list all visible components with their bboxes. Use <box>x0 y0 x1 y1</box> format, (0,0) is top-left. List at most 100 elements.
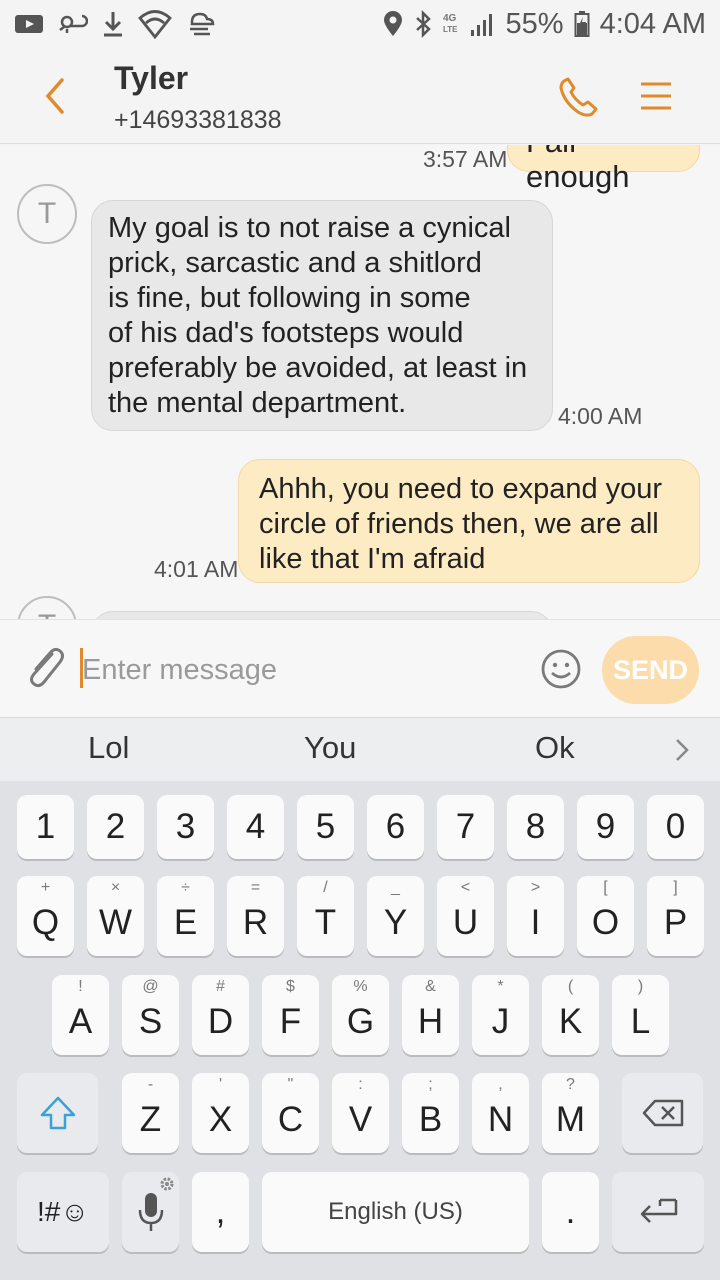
key-w[interactable]: × W <box>87 876 144 956</box>
message-line: is fine, but following in some <box>108 282 471 314</box>
message-bubble-incoming[interactable] <box>91 611 553 619</box>
svg-text:4G: 4G <box>443 13 457 24</box>
attach-button[interactable] <box>22 642 68 692</box>
menu-icon <box>641 82 671 110</box>
voice-input-key[interactable] <box>122 1172 179 1252</box>
key-v[interactable]: :V <box>332 1073 389 1153</box>
key-y[interactable]: _ Y <box>367 876 424 956</box>
key-2[interactable]: 2 <box>87 795 144 859</box>
key-f[interactable]: $ F <box>262 975 319 1055</box>
chevron-right-icon <box>676 739 689 761</box>
call-button[interactable] <box>556 74 606 120</box>
contact-avatar[interactable]: T <box>17 184 77 244</box>
backspace-key[interactable] <box>622 1073 703 1153</box>
message-composer: SEND <box>0 619 720 717</box>
svg-text:LTE: LTE <box>443 25 458 34</box>
messaging-screen: 4G LTE 55% 4:04 AM Tyler +14693381838 en… <box>0 0 720 1280</box>
key-c[interactable]: " C <box>262 1073 319 1153</box>
smiley-icon <box>541 649 581 689</box>
wifi-shield-icon <box>138 9 172 39</box>
menu-button[interactable] <box>636 76 676 116</box>
key-b[interactable]: ; B <box>402 1073 459 1153</box>
shift-icon <box>40 1096 75 1130</box>
contact-avatar[interactable]: T <box>17 596 77 619</box>
key-e[interactable]: ÷ E <box>157 876 214 956</box>
key-h[interactable]: & H <box>402 975 459 1055</box>
message-line: of his dad's footsteps would <box>108 317 464 349</box>
message-line: My goal is to not raise a cynical <box>108 212 511 244</box>
symbols-key[interactable]: !#☺ <box>17 1172 109 1252</box>
location-icon <box>382 10 404 38</box>
key-s[interactable]: @ S <box>122 975 179 1055</box>
message-timestamp: 3:57 AM <box>423 146 508 172</box>
message-line: circle of friends then, we are all <box>259 508 659 540</box>
key-d[interactable]: # D <box>192 975 249 1055</box>
status-bar: 4G LTE 55% 4:04 AM <box>0 0 720 48</box>
keyboard: 1 2 3 4 5 6 7 8 9 0 + Q × W ÷ E = R / T _ Y < U… <box>0 781 720 1280</box>
battery-percent: 55% <box>505 7 564 40</box>
message-line: the mental department. <box>108 387 407 419</box>
key-i[interactable]: > I <box>507 876 564 956</box>
key-m[interactable]: ? M <box>542 1073 599 1153</box>
suggestion-lol[interactable]: Lol <box>88 730 129 766</box>
key-u[interactable]: < U <box>437 876 494 956</box>
emoji-button[interactable] <box>540 648 582 690</box>
clock: 4:04 AM <box>599 7 706 40</box>
key-5[interactable]: 5 <box>297 795 354 859</box>
contact-number: +14693381838 <box>114 106 282 134</box>
key-3[interactable]: 3 <box>157 795 214 859</box>
key-t[interactable]: / T <box>297 876 354 956</box>
download-icon <box>102 10 124 38</box>
message-input[interactable] <box>82 650 522 690</box>
message-list[interactable]: Fair enough 3:57 AM T My goal is to not … <box>0 145 720 619</box>
youtube-icon <box>14 13 44 35</box>
expand-suggestions-button[interactable] <box>672 736 692 764</box>
key-l[interactable]: ) L <box>612 975 669 1055</box>
key-x[interactable]: ' X <box>192 1073 249 1153</box>
key-p[interactable]: ] P <box>647 876 704 956</box>
key-a[interactable]: ! A <box>52 975 109 1055</box>
bluetooth-icon <box>414 10 432 38</box>
key-8[interactable]: 8 <box>507 795 564 859</box>
key-n[interactable]: ,N <box>472 1073 529 1153</box>
key-9[interactable]: 9 <box>577 795 634 859</box>
comma-key[interactable]: , <box>192 1172 249 1252</box>
phone-icon <box>559 77 598 117</box>
space-key[interactable]: English (US) <box>262 1172 529 1252</box>
key-6[interactable]: 6 <box>367 795 424 859</box>
message-line: prick, sarcastic and a shitlord <box>108 247 482 279</box>
key-q[interactable]: + Q <box>17 876 74 956</box>
message-timestamp: 4:01 AM <box>154 556 239 582</box>
enter-key[interactable] <box>612 1172 704 1252</box>
suggestion-ok[interactable]: Ok <box>535 730 575 766</box>
message-bubble-outgoing[interactable]: Fair enough <box>507 145 700 194</box>
wind-icon <box>186 10 216 38</box>
gear-icon <box>160 1177 174 1191</box>
back-arrow-icon <box>45 78 64 114</box>
key-o[interactable]: [O <box>577 876 634 956</box>
key-1[interactable]: 1 <box>17 795 74 859</box>
key-4[interactable]: 4 <box>227 795 284 859</box>
key-z[interactable]: -Z <box>122 1073 179 1153</box>
key-j[interactable]: * J <box>472 975 529 1055</box>
key-r[interactable]: = R <box>227 876 284 956</box>
key-0[interactable]: 0 <box>647 795 704 859</box>
4g-lte-icon: 4G LTE <box>442 10 460 38</box>
microphone-icon <box>138 1193 163 1231</box>
paperclip-icon <box>30 647 64 688</box>
message-bubble-outgoing[interactable]: Ahhh, you need to expand your circle of … <box>238 459 700 583</box>
message-bubble-incoming[interactable]: My goal is to not raise a cynical prick,… <box>91 200 553 431</box>
period-key[interactable]: . <box>542 1172 599 1252</box>
key-7[interactable]: 7 <box>437 795 494 859</box>
shift-key[interactable] <box>17 1073 98 1153</box>
key-g[interactable]: % G <box>332 975 389 1055</box>
contact-name: Tyler <box>114 60 189 96</box>
message-line: like that I'm afraid <box>259 543 486 575</box>
key-k[interactable]: (K <box>542 975 599 1055</box>
send-button[interactable]: SEND <box>602 636 699 704</box>
suggestion-you[interactable]: You <box>304 730 356 766</box>
back-button[interactable] <box>34 70 78 122</box>
cloud-sync-icon <box>58 12 88 36</box>
message-line: preferably be avoided, at least in <box>108 352 528 384</box>
battery-icon <box>574 10 590 38</box>
